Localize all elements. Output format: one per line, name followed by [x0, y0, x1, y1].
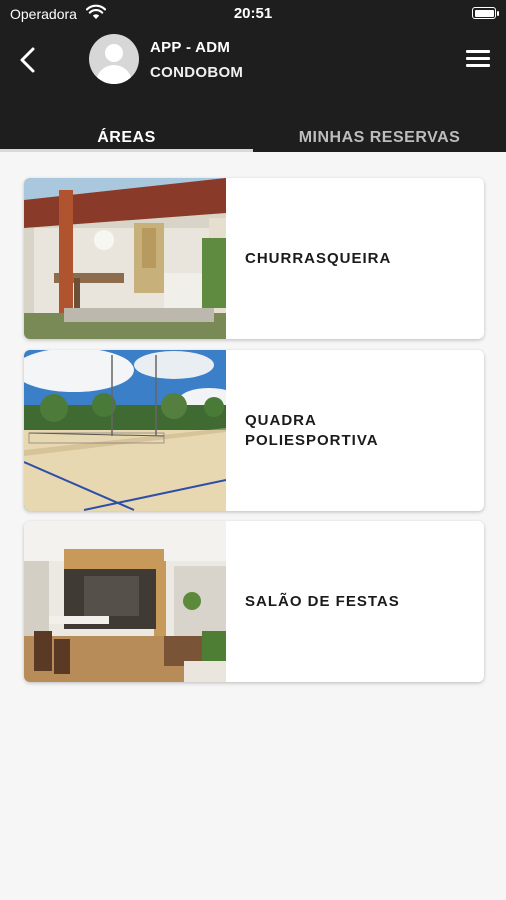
area-name: QUADRA POLIESPORTIVA — [245, 411, 379, 449]
chevron-left-icon[interactable] — [14, 44, 42, 76]
status-bar: Operadora 20:51 — [0, 0, 506, 28]
tab-areas[interactable]: ÁREAS — [0, 120, 253, 152]
barbecue-area-photo — [24, 178, 226, 339]
area-card-salao-de-festas[interactable]: SALÃO DE FESTAS — [24, 521, 484, 682]
status-time: 20:51 — [233, 5, 273, 22]
header-subtitle: CONDOBOM — [150, 64, 244, 81]
area-name: SALÃO DE FESTAS — [245, 592, 400, 610]
tab-minhas-reservas[interactable]: MINHAS RESERVAS — [253, 120, 506, 152]
area-name: CHURRASQUEIRA — [245, 249, 392, 267]
app-header: Operadora 20:51 APP - ADM CONDOBOM ÁREAS… — [0, 0, 506, 152]
sports-court-photo — [24, 350, 226, 511]
battery-icon — [472, 7, 499, 19]
area-card-quadra-poliesportiva[interactable]: QUADRA POLIESPORTIVA — [24, 350, 484, 511]
header-title: APP - ADM — [150, 39, 231, 56]
tab-bar: ÁREAS MINHAS RESERVAS — [0, 120, 506, 152]
area-card-churrasqueira[interactable]: CHURRASQUEIRA — [24, 178, 484, 339]
hamburger-menu-icon[interactable] — [466, 50, 490, 70]
tab-active-indicator — [0, 149, 253, 152]
user-avatar-icon — [89, 34, 139, 84]
party-hall-photo — [24, 521, 226, 682]
